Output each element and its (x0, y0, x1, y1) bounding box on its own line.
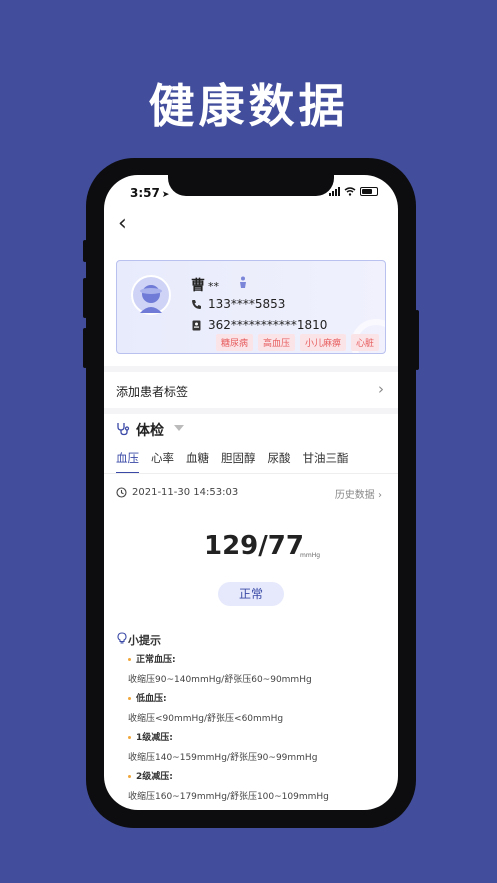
patient-card[interactable]: 曹 ** 133****5853 362***********1810 糖尿病 高… (116, 260, 386, 354)
patient-phone: 133****5853 (208, 297, 286, 311)
history-link[interactable]: 历史数据 › (335, 486, 382, 501)
bullet-dot (128, 697, 131, 700)
divider (104, 408, 398, 414)
add-patient-tag-label[interactable]: 添加患者标签 (116, 383, 188, 400)
patient-phone-row: 133****5853 (191, 297, 285, 311)
notch (168, 175, 334, 196)
patient-tag: 高血压 (257, 334, 295, 351)
status-time: 3:57 ➤ (130, 186, 169, 200)
blood-pressure-value: 129/77 (204, 531, 304, 561)
chevron-right-icon: › (378, 490, 382, 501)
tip-description: 收缩压90~140mmHg/舒张压60~90mmHg (128, 675, 312, 685)
patient-name: 曹 ** (191, 275, 219, 295)
patient-name-text: 曹 (191, 278, 205, 294)
status-badge: 正常 (218, 582, 284, 606)
tip-heading: 低血压: (128, 691, 167, 704)
promo-title: 健康数据 (148, 79, 349, 133)
patient-tags: 糖尿病 高血压 小儿麻痹 心脏 (215, 334, 379, 351)
tip-heading-text: 1级减压: (136, 733, 173, 743)
status-time-text: 3:57 (130, 186, 160, 200)
tab-heart-rate[interactable]: 心率 (151, 450, 174, 474)
tip-description: 收缩压<90mmHg/舒张压<60mmHg (128, 714, 284, 724)
id-card-icon (192, 320, 201, 330)
bulb-icon (117, 632, 127, 644)
tabs-underline (104, 473, 398, 474)
tab-uric-acid[interactable]: 尿酸 (268, 450, 291, 474)
tip-heading: 2级减压: (128, 769, 173, 782)
patient-name-mask: ** (208, 280, 219, 293)
tips-title: 小提示 (128, 634, 161, 647)
tip-heading: 正常血压: (128, 652, 176, 665)
signal-icon (329, 187, 340, 196)
clock-icon (116, 487, 127, 498)
caret-down-icon[interactable] (174, 425, 184, 431)
phone-icon (192, 299, 201, 309)
wifi-icon (344, 187, 356, 196)
patient-tag: 糖尿病 (215, 334, 253, 351)
tab-cholesterol[interactable]: 胆固醇 (221, 450, 256, 474)
chevron-right-icon[interactable]: › (378, 380, 384, 398)
back-icon[interactable]: ‹ (118, 213, 127, 235)
status-indicators (329, 187, 378, 196)
tab-triglycerides[interactable]: 甘油三酯 (303, 450, 349, 474)
record-datetime: 2021-11-30 14:53:03 (132, 487, 239, 498)
history-label: 历史数据 (334, 490, 375, 501)
blood-pressure-unit: mmHg (300, 552, 321, 559)
patient-id-number: 362***********1810 (208, 318, 328, 332)
divider (104, 366, 398, 372)
section-title[interactable]: 体检 (136, 420, 164, 440)
patient-tag: 心脏 (350, 334, 379, 351)
avatar (131, 275, 171, 315)
tip-heading-text: 低血压: (136, 694, 167, 704)
bullet-dot (128, 658, 131, 661)
tab-blood-sugar[interactable]: 血糖 (186, 450, 209, 474)
tip-description: 收缩压140~159mmHg/舒张压90~99mmHg (128, 753, 318, 763)
patient-id-row: 362***********1810 (191, 318, 327, 332)
bullet-dot (128, 775, 131, 778)
battery-icon (360, 187, 378, 196)
checkup-icon (117, 423, 130, 436)
tip-heading-text: 正常血压: (136, 655, 176, 665)
metric-tabs: 血压 心率 血糖 胆固醇 尿酸 甘油三酯 (116, 450, 349, 474)
avatar-icon (140, 285, 162, 313)
gender-icon (240, 276, 246, 288)
tip-description: 收缩压160~179mmHg/舒张压100~109mmHg (128, 792, 329, 802)
patient-tag: 小儿麻痹 (299, 334, 346, 351)
tab-blood-pressure[interactable]: 血压 (116, 450, 139, 474)
location-arrow-icon: ➤ (161, 190, 170, 200)
bullet-dot (128, 736, 131, 739)
tip-heading-text: 2级减压: (136, 772, 173, 782)
phone-screen: 3:57 ➤ ‹ 曹 ** 133****5853 362***********… (104, 175, 398, 810)
tip-heading: 1级减压: (128, 730, 173, 743)
